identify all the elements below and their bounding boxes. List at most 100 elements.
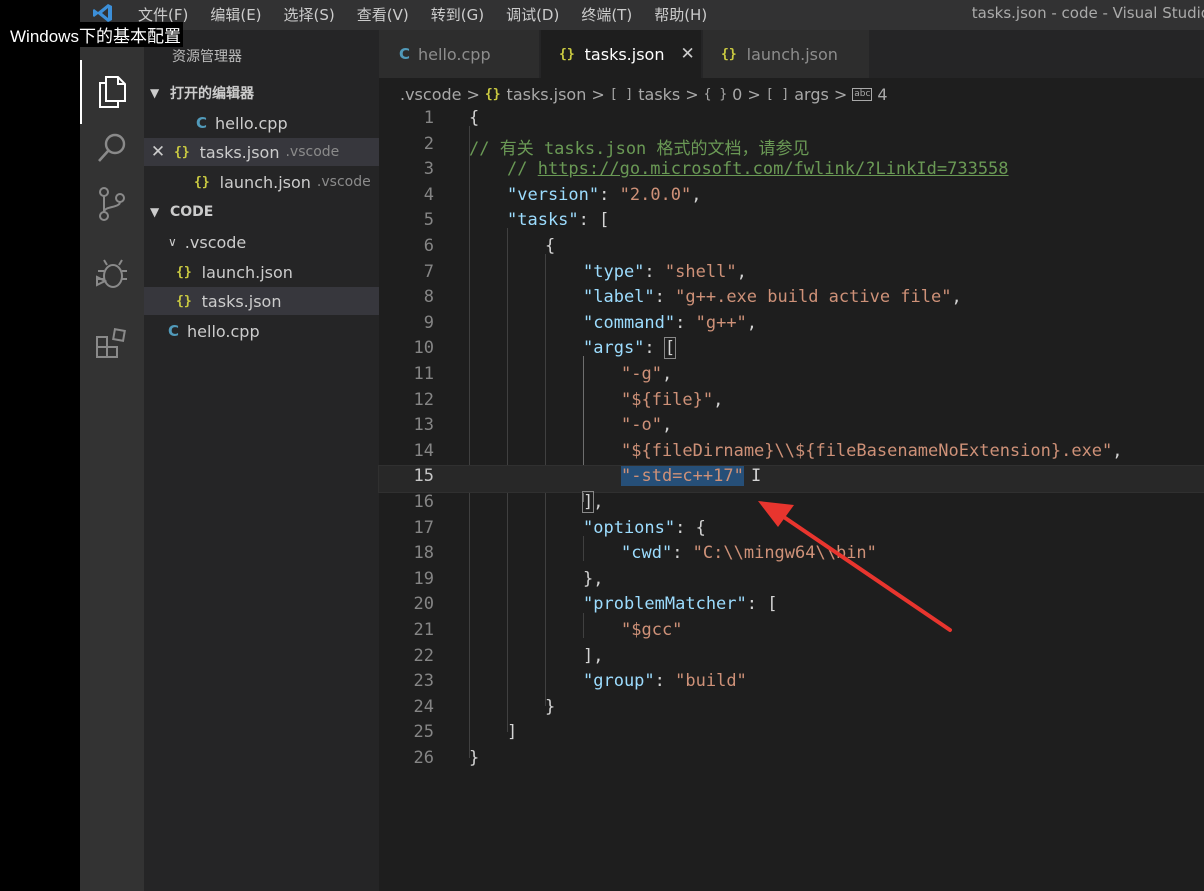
code-key: "args" xyxy=(583,338,645,359)
code-string: "${fileDirname}\\${fileBasenameNoExtensi… xyxy=(621,440,1113,461)
line-number: 1 xyxy=(423,108,434,128)
breadcrumb-item[interactable]: 4 xyxy=(877,85,887,104)
line-number: 24 xyxy=(413,696,434,717)
tab-tasks-json[interactable]: {} tasks.json ✕ xyxy=(541,30,701,78)
code-string: "shell" xyxy=(664,261,737,282)
source-control-icon[interactable] xyxy=(94,186,130,222)
breadcrumb-item[interactable]: .vscode xyxy=(400,85,461,104)
code-line: 7 "type": "shell", xyxy=(379,262,1204,288)
tree-file-launch-json[interactable]: {} launch.json xyxy=(144,258,379,286)
close-icon[interactable]: ✕ xyxy=(144,142,172,162)
menu-terminal[interactable]: 终端(T) xyxy=(581,4,632,25)
line-number: 3 xyxy=(423,159,434,180)
line-number: 5 xyxy=(423,210,434,231)
tree-file-tasks-json[interactable]: {} tasks.json xyxy=(144,287,379,315)
line-number: 18 xyxy=(413,543,434,564)
cpp-file-icon: C xyxy=(168,322,180,340)
chevron-down-icon: ▼ xyxy=(150,86,160,100)
editor-tabs: C hello.cpp {} tasks.json ✕ {} launch.js… xyxy=(379,30,1204,78)
tree-folder-vscode[interactable]: ∨ .vscode xyxy=(144,228,379,256)
code-line: 8 "label": "g++.exe build active file", xyxy=(379,287,1204,313)
json-file-icon: {} xyxy=(176,264,192,280)
code-string: "2.0.0" xyxy=(619,184,692,205)
json-file-icon: {} xyxy=(559,46,575,62)
json-file-icon: {} xyxy=(176,293,192,309)
open-editors-header[interactable]: ▼ 打开的编辑器 xyxy=(144,80,379,106)
code-line: 24} xyxy=(379,697,1204,723)
menu-selection[interactable]: 选择(S) xyxy=(284,4,335,25)
cpp-file-icon: C xyxy=(399,45,411,63)
code-key: "version" xyxy=(507,184,600,205)
line-number: 19 xyxy=(413,568,434,589)
search-icon[interactable] xyxy=(94,130,130,166)
tab-launch-json[interactable]: {} launch.json xyxy=(703,30,869,78)
code-comment: // 有关 tasks.json 格式的文档，请参见 xyxy=(469,138,810,159)
breadcrumb-item[interactable]: 0 xyxy=(732,85,742,104)
json-file-icon: {} xyxy=(174,144,190,160)
code-key: "cwd" xyxy=(621,543,673,564)
menu-go[interactable]: 转到(G) xyxy=(431,4,484,25)
breadcrumb-item[interactable]: args xyxy=(794,85,829,104)
line-number: 9 xyxy=(423,312,434,333)
menu-bar: 文件(F) 编辑(E) 选择(S) 查看(V) 转到(G) 调试(D) 终端(T… xyxy=(138,4,729,25)
open-editor-launch-json[interactable]: {} launch.json .vscode xyxy=(144,168,379,196)
text-cursor-icon: I xyxy=(751,466,762,487)
debug-icon[interactable] xyxy=(94,256,130,292)
line-number: 26 xyxy=(413,748,434,768)
tree-file-hello-cpp[interactable]: C hello.cpp xyxy=(144,317,379,345)
code-line: 26} xyxy=(379,748,1204,774)
menu-edit[interactable]: 编辑(E) xyxy=(210,4,261,25)
menu-debug[interactable]: 调试(D) xyxy=(506,4,559,25)
menu-view[interactable]: 查看(V) xyxy=(357,4,409,25)
line-number: 8 xyxy=(423,287,434,308)
line-number: 11 xyxy=(413,364,434,384)
line-number: 15 xyxy=(413,466,434,487)
tree-item-label: .vscode xyxy=(184,232,247,252)
code-link[interactable]: https://go.microsoft.com/fwlink/?LinkId=… xyxy=(538,159,1009,179)
open-editor-desc: .vscode xyxy=(285,144,340,160)
tab-hello-cpp[interactable]: C hello.cpp xyxy=(379,30,539,78)
code-line: 12 "${file}", xyxy=(379,390,1204,416)
explorer-sidebar: 资源管理器 ▼ 打开的编辑器 C hello.cpp ✕ {} tasks.js… xyxy=(144,30,379,891)
tree-item-label: launch.json xyxy=(201,262,293,282)
code-comment: // xyxy=(507,159,538,180)
open-editor-label: launch.json xyxy=(219,172,311,192)
breadcrumb-item[interactable]: tasks xyxy=(638,85,680,104)
tree-item-label: hello.cpp xyxy=(187,321,260,341)
extensions-icon[interactable] xyxy=(94,326,130,362)
chevron-down-icon: ∨ xyxy=(168,235,177,249)
open-editor-tasks-json[interactable]: ✕ {} tasks.json .vscode xyxy=(144,138,379,166)
explorer-icon[interactable] xyxy=(94,74,130,110)
line-number: 13 xyxy=(413,415,434,436)
close-icon[interactable]: ✕ xyxy=(680,44,694,64)
code-key: "group" xyxy=(583,671,655,692)
folder-header[interactable]: ▼ CODE xyxy=(144,199,379,225)
line-number: 2 xyxy=(423,133,434,154)
code-line: 6{ xyxy=(379,236,1204,262)
code-line: 22], xyxy=(379,646,1204,672)
folder-label: CODE xyxy=(170,204,214,220)
line-number: 21 xyxy=(413,620,434,640)
line-number: 23 xyxy=(413,671,434,692)
open-editor-desc: .vscode xyxy=(316,174,371,190)
menu-help[interactable]: 帮助(H) xyxy=(654,4,707,25)
active-indicator xyxy=(80,60,82,124)
tab-label: hello.cpp xyxy=(418,44,491,64)
code-line: 11 "-g", xyxy=(379,364,1204,390)
chevron-right-icon: > xyxy=(591,84,605,104)
code-string-selected: "-std=c++17" xyxy=(621,466,744,487)
code-line: 10 "args": [ xyxy=(379,337,1204,364)
line-number: 17 xyxy=(413,517,434,538)
line-number: 7 xyxy=(423,261,434,282)
code-string: "${file}" xyxy=(621,389,714,410)
breadcrumb-item[interactable]: tasks.json xyxy=(507,85,587,104)
code-key: "problemMatcher" xyxy=(583,594,747,615)
open-editor-hello-cpp[interactable]: C hello.cpp xyxy=(144,109,379,137)
title-bar: 文件(F) 编辑(E) 选择(S) 查看(V) 转到(G) 调试(D) 终端(T… xyxy=(80,0,1204,30)
line-number: 6 xyxy=(423,236,434,256)
string-icon: abc xyxy=(852,87,873,101)
code-line: 14 "${fileDirname}\\${fileBasenameNoExten… xyxy=(379,441,1204,467)
json-file-icon: {} xyxy=(484,86,501,102)
chevron-right-icon: > xyxy=(747,84,761,104)
line-number: 10 xyxy=(413,338,434,359)
